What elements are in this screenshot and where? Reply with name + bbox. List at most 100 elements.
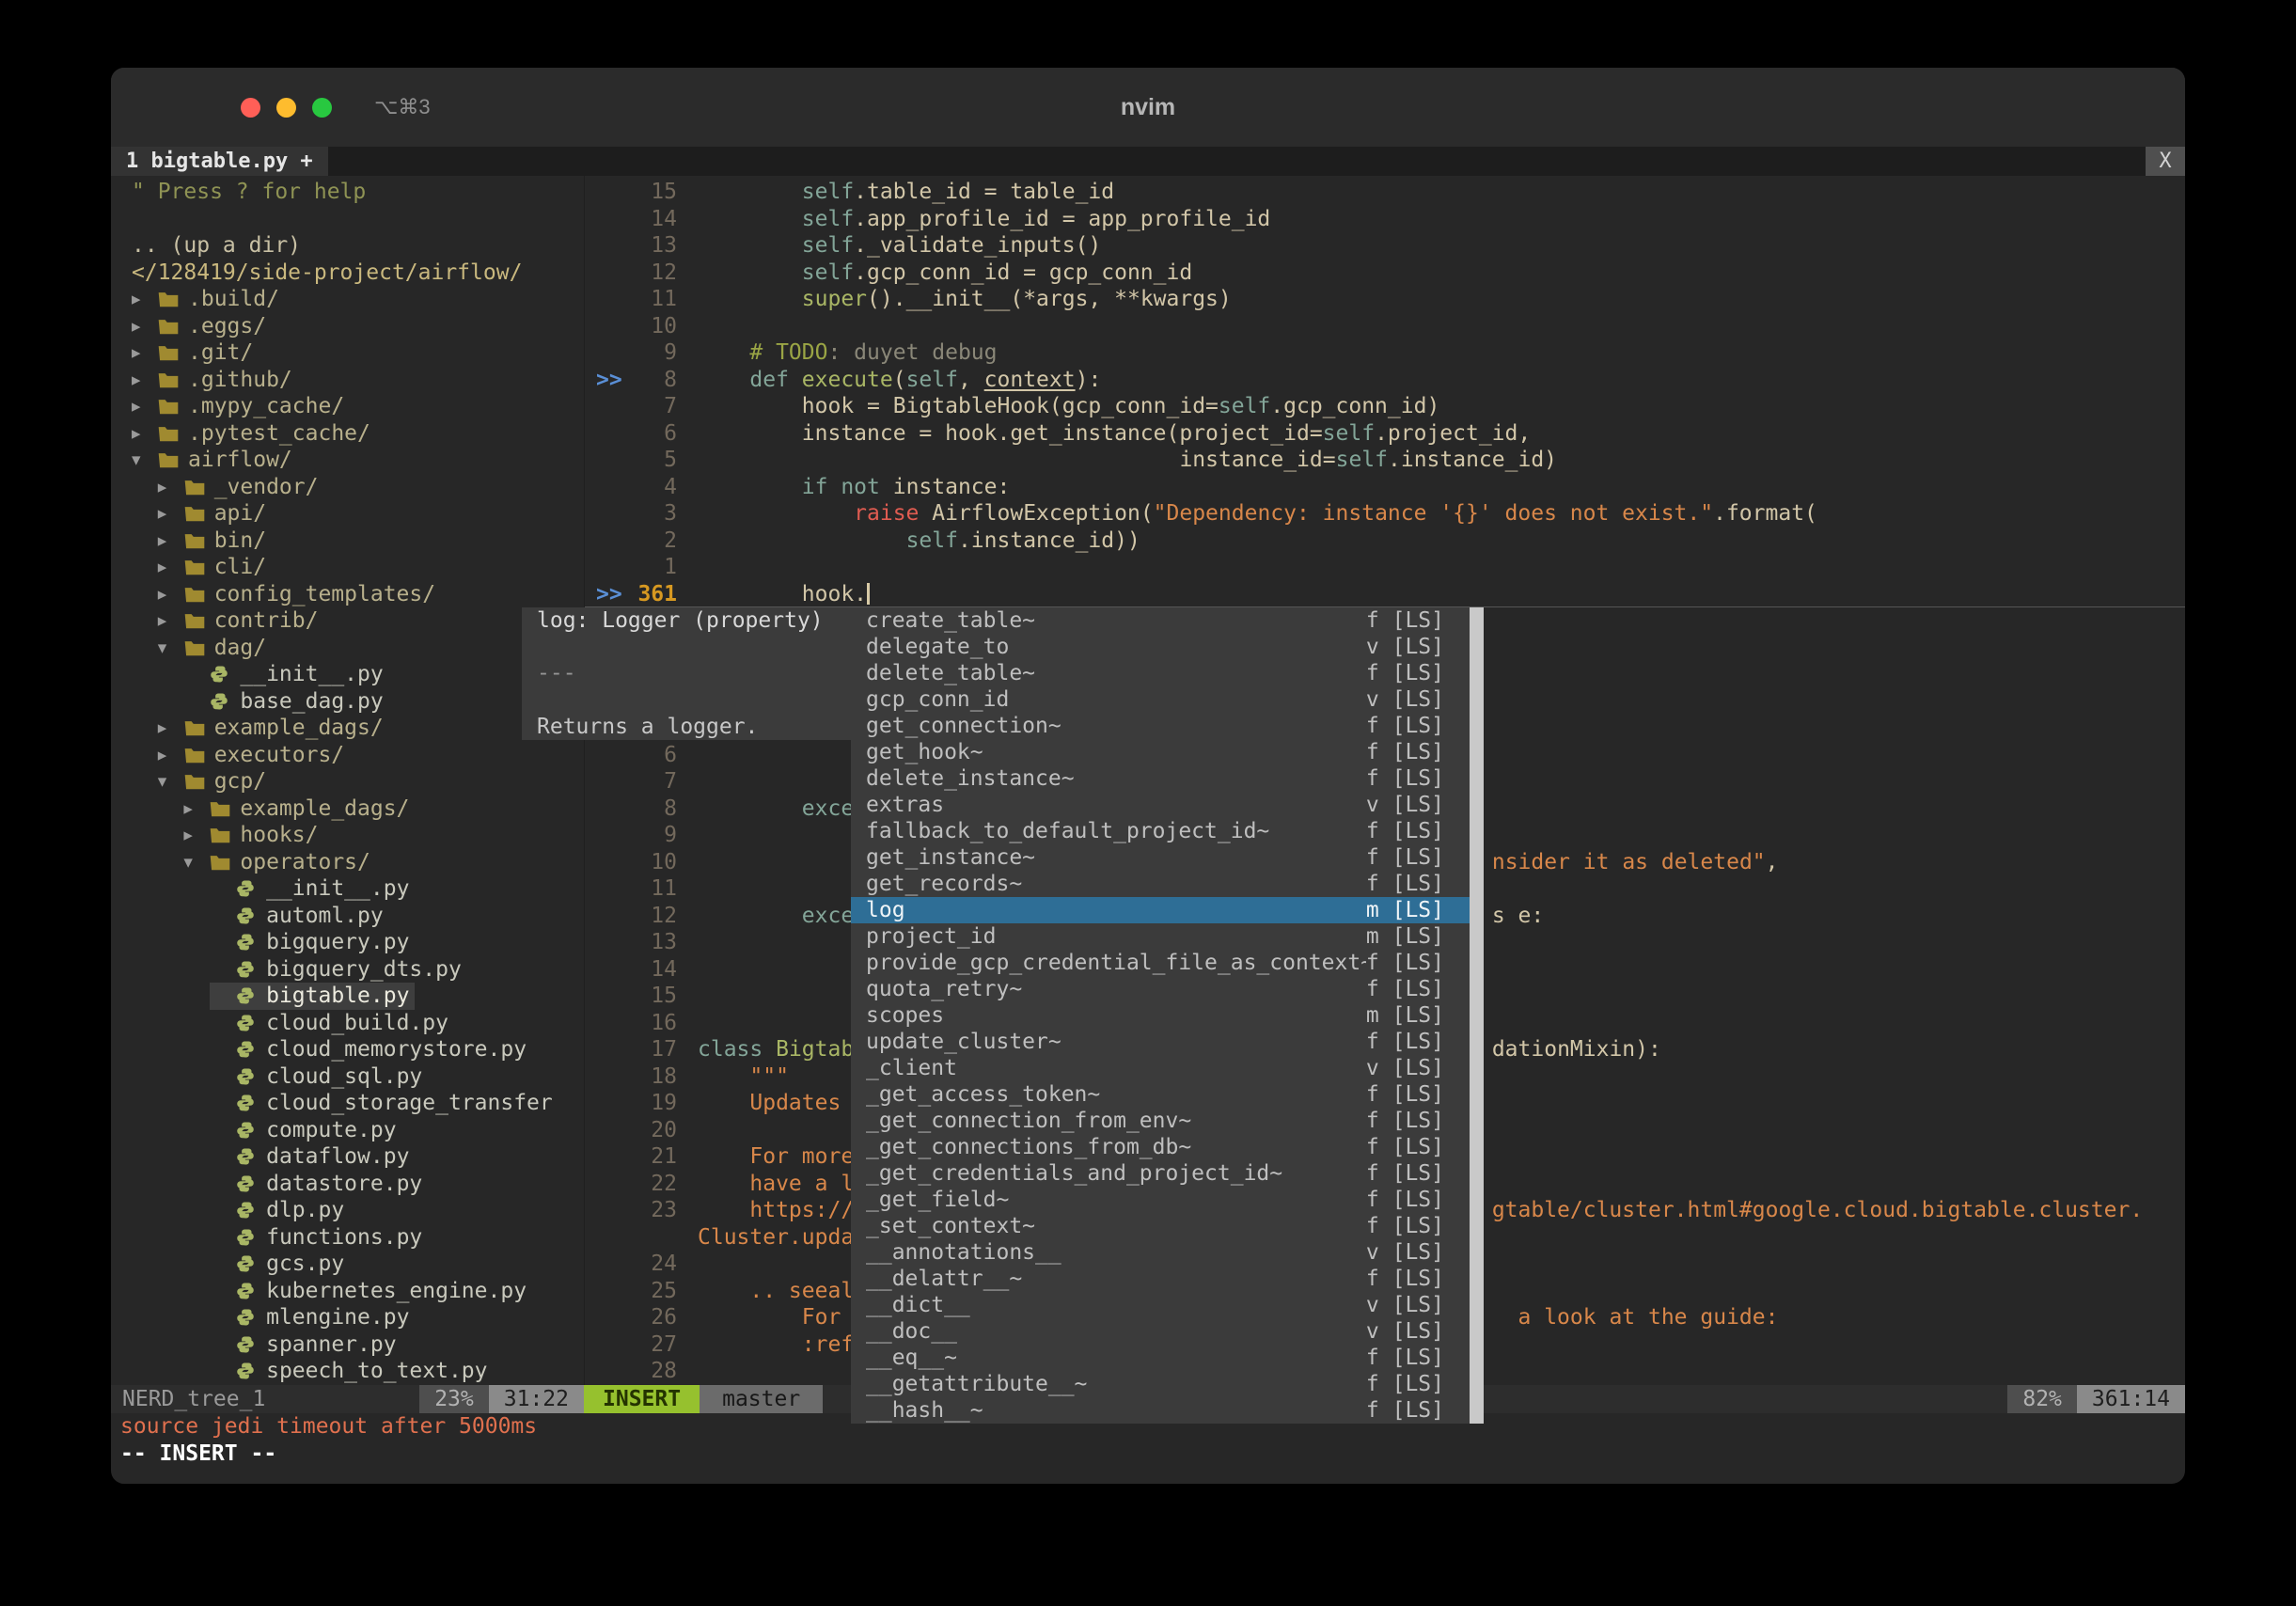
tree-dir-.pytest_cache/[interactable]: ▸.pytest_cache/	[111, 420, 584, 448]
chevron-right-icon[interactable]: ▸	[183, 822, 210, 849]
tree-dir-gcp/[interactable]: ▾gcp/	[111, 768, 584, 795]
tree-dir-.build/[interactable]: ▸.build/	[111, 286, 584, 313]
completion-item-_get_connection_from_env~[interactable]: _get_connection_from_env~f [LS]	[851, 1108, 1484, 1134]
chevron-right-icon[interactable]: ▸	[183, 795, 210, 823]
code-line-9[interactable]: 9 # TODO: duyet debug	[585, 339, 2185, 367]
completion-item-__doc__[interactable]: __doc__v [LS]	[851, 1318, 1484, 1345]
tree-dir-contrib/[interactable]: ▸contrib/	[111, 607, 584, 635]
tree-dir-api/[interactable]: ▸api/	[111, 500, 584, 527]
completion-item-create_table~[interactable]: create_table~f [LS]	[851, 607, 1484, 634]
code-line-14[interactable]: 14 self.app_profile_id = app_profile_id	[585, 206, 2185, 233]
completion-item-__getattribute__~[interactable]: __getattribute__~f [LS]	[851, 1371, 1484, 1397]
titlebar[interactable]: ⌥⌘3 nvim	[111, 68, 2185, 147]
completion-item-get_records~[interactable]: get_records~f [LS]	[851, 871, 1484, 897]
code-line-3[interactable]: 3 raise AirflowException("Dependency: in…	[585, 500, 2185, 527]
tree-dir-config_templates/[interactable]: ▸config_templates/	[111, 581, 584, 608]
tree-dir-operators/[interactable]: ▾operators/	[111, 849, 584, 876]
tab-bigtable[interactable]: 1 bigtable.py +	[111, 147, 328, 176]
chevron-right-icon[interactable]: ▸	[132, 367, 158, 394]
code-line-6[interactable]: 6 instance = hook.get_instance(project_i…	[585, 420, 2185, 448]
chevron-down-icon[interactable]: ▾	[132, 447, 158, 474]
tree-file-speech_to_text.py[interactable]: speech_to_text.py	[111, 1358, 584, 1385]
completion-item-log[interactable]: logm [LS]	[851, 897, 1484, 923]
chevron-right-icon[interactable]: ▸	[158, 527, 184, 555]
completion-item-project_id[interactable]: project_idm [LS]	[851, 923, 1484, 950]
tree-file-kubernetes_engine.py[interactable]: kubernetes_engine.py	[111, 1278, 584, 1305]
code-line-5[interactable]: 5instance_id=self.instance_id)	[585, 447, 2185, 474]
tree-dir-executors/[interactable]: ▸executors/	[111, 742, 584, 769]
close-button[interactable]	[241, 98, 260, 118]
chevron-right-icon[interactable]: ▸	[158, 581, 184, 608]
chevron-right-icon[interactable]: ▸	[132, 286, 158, 313]
tree-dir-_vendor/[interactable]: ▸_vendor/	[111, 474, 584, 501]
chevron-down-icon[interactable]: ▾	[158, 768, 184, 795]
tree-file-cloud_build.py[interactable]: cloud_build.py	[111, 1010, 584, 1037]
completion-item-quota_retry~[interactable]: quota_retry~f [LS]	[851, 976, 1484, 1002]
tree-dir-dag/[interactable]: ▾dag/	[111, 635, 584, 662]
code-line-7[interactable]: 7 hook = BigtableHook(gcp_conn_id=self.g…	[585, 393, 2185, 420]
chevron-right-icon[interactable]: ▸	[132, 393, 158, 420]
tree-file-bigtable.py[interactable]: bigtable.py	[111, 983, 584, 1010]
completion-item-__dict__[interactable]: __dict__v [LS]	[851, 1292, 1484, 1318]
tree-dir-.eggs/[interactable]: ▸.eggs/	[111, 313, 584, 340]
code-line-13[interactable]: 13 self._validate_inputs()	[585, 232, 2185, 260]
completion-item-scopes[interactable]: scopesm [LS]	[851, 1002, 1484, 1029]
tree-file-dlp.py[interactable]: dlp.py	[111, 1197, 584, 1224]
completion-item-delete_table~[interactable]: delete_table~f [LS]	[851, 660, 1484, 686]
tree-file-automl.py[interactable]: automl.py	[111, 903, 584, 930]
tree-dir-example_dags/[interactable]: ▸example_dags/	[111, 795, 584, 823]
tree-file-spanner.py[interactable]: spanner.py	[111, 1331, 584, 1359]
completion-item-provide_gcp_credential_file_as_context~[interactable]: provide_gcp_credential_file_as_context~f…	[851, 950, 1484, 976]
chevron-down-icon[interactable]: ▾	[183, 849, 210, 876]
tree-file-base_dag.py[interactable]: base_dag.py	[111, 688, 584, 716]
chevron-right-icon[interactable]: ▸	[132, 339, 158, 367]
completion-item-_get_field~[interactable]: _get_field~f [LS]	[851, 1187, 1484, 1213]
tree-file-bigquery_dts.py[interactable]: bigquery_dts.py	[111, 956, 584, 984]
tree-file-functions.py[interactable]: functions.py	[111, 1224, 584, 1252]
tree-dir-bin/[interactable]: ▸bin/	[111, 527, 584, 555]
completion-popup[interactable]: create_table~f [LS]delegate_tov [LS]dele…	[851, 607, 1484, 1424]
chevron-right-icon[interactable]: ▸	[158, 607, 184, 635]
code-line-2[interactable]: 2 self.instance_id))	[585, 527, 2185, 555]
code-line-8[interactable]: >>8 def execute(self, context):	[585, 367, 2185, 394]
tree-dir-example_dags/[interactable]: ▸example_dags/	[111, 715, 584, 742]
completion-item-__hash__~[interactable]: __hash__~f [LS]	[851, 1397, 1484, 1424]
chevron-right-icon[interactable]: ▸	[132, 420, 158, 448]
tree-file-bigquery.py[interactable]: bigquery.py	[111, 929, 584, 956]
completion-scrollbar[interactable]	[1470, 607, 1484, 1424]
completion-item-get_instance~[interactable]: get_instance~f [LS]	[851, 844, 1484, 871]
code-line-10[interactable]: 10	[585, 313, 2185, 340]
completion-item-delete_instance~[interactable]: delete_instance~f [LS]	[851, 765, 1484, 792]
chevron-right-icon[interactable]: ▸	[132, 313, 158, 340]
chevron-right-icon[interactable]: ▸	[158, 554, 184, 581]
tree-file-gcs.py[interactable]: gcs.py	[111, 1251, 584, 1278]
code-line-12[interactable]: 12 self.gcp_conn_id = gcp_conn_id	[585, 260, 2185, 287]
tree-updir[interactable]: .. (up a dir)	[111, 232, 584, 260]
tree-file-__init__.py[interactable]: __init__.py	[111, 661, 584, 688]
code-line-361[interactable]: >>361 hook.	[585, 581, 2185, 608]
tree-dir-.git/[interactable]: ▸.git/	[111, 339, 584, 367]
code-line-15[interactable]: 15 self.table_id = table_id	[585, 179, 2185, 206]
code-line-1[interactable]: 1	[585, 554, 2185, 581]
tree-file-cloud_memorystore.py[interactable]: cloud_memorystore.py	[111, 1036, 584, 1063]
completion-item-_get_connections_from_db~[interactable]: _get_connections_from_db~f [LS]	[851, 1134, 1484, 1160]
tree-file-mlengine.py[interactable]: mlengine.py	[111, 1304, 584, 1331]
completion-item-get_hook~[interactable]: get_hook~f [LS]	[851, 739, 1484, 765]
tree-dir-hooks/[interactable]: ▸hooks/	[111, 822, 584, 849]
completion-item-_client[interactable]: _clientv [LS]	[851, 1055, 1484, 1081]
chevron-right-icon[interactable]: ▸	[158, 715, 184, 742]
completion-item-_set_context~[interactable]: _set_context~f [LS]	[851, 1213, 1484, 1239]
tree-file-datastore.py[interactable]: datastore.py	[111, 1171, 584, 1198]
tree-dir-airflow/[interactable]: ▾airflow/	[111, 447, 584, 474]
completion-item-__delattr__~[interactable]: __delattr__~f [LS]	[851, 1266, 1484, 1292]
tree-dir-.github/[interactable]: ▸.github/	[111, 367, 584, 394]
completion-item-__eq__~[interactable]: __eq__~f [LS]	[851, 1345, 1484, 1371]
code-line-11[interactable]: 11 super().__init__(*args, **kwargs)	[585, 286, 2185, 313]
tree-file-cloud_storage_transfer[interactable]: cloud_storage_transfer	[111, 1090, 584, 1117]
tree-file-compute.py[interactable]: compute.py	[111, 1117, 584, 1144]
completion-item-gcp_conn_id[interactable]: gcp_conn_idv [LS]	[851, 686, 1484, 713]
minimize-button[interactable]	[276, 98, 296, 118]
completion-item-update_cluster~[interactable]: update_cluster~f [LS]	[851, 1029, 1484, 1055]
zoom-button[interactable]	[312, 98, 332, 118]
completion-item-_get_credentials_and_project_id~[interactable]: _get_credentials_and_project_id~f [LS]	[851, 1160, 1484, 1187]
